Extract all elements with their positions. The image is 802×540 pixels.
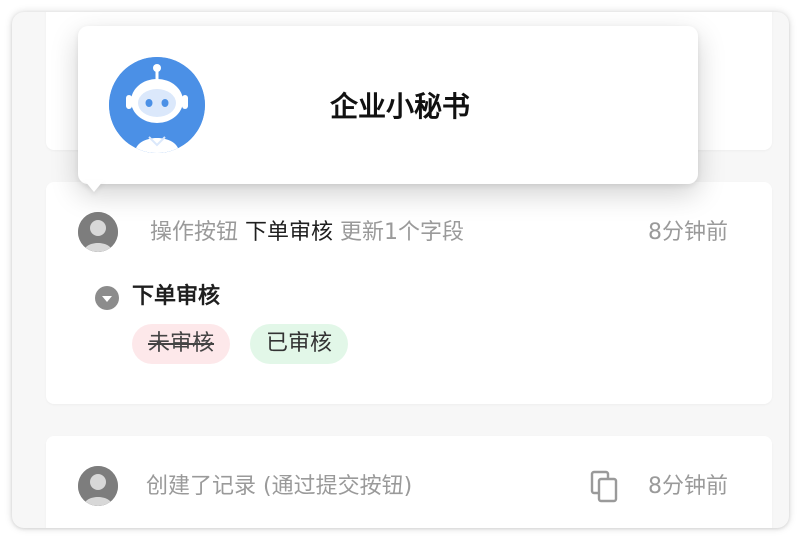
user-avatar[interactable] (78, 212, 118, 252)
activity-description: 创建了记录 (通过提交按钮) (146, 474, 413, 499)
activity-time: 8分钟前 (648, 474, 728, 499)
action-target: 下单审核 (245, 220, 334, 245)
activity-description: 操作按钮 下单审核 更新1个字段 (150, 218, 464, 248)
bot-display-name: 企业小秘书 (330, 90, 471, 123)
activity-card-create: 创建了记录 (通过提交按钮) 8分钟前 (46, 436, 772, 528)
collapse-toggle-icon[interactable] (95, 286, 119, 310)
copy-icon[interactable] (590, 470, 620, 504)
new-value-tag: 已审核 (250, 324, 349, 364)
activity-time: 8分钟前 (648, 220, 728, 245)
popover-arrow (84, 180, 104, 192)
old-value-tag: 未审核 (132, 324, 231, 364)
user-avatar[interactable] (78, 466, 118, 506)
changed-field-name: 下单审核 (132, 284, 221, 309)
activity-card-update: 操作按钮 下单审核 更新1个字段 8分钟前 下单审核 未审核 已审核 (46, 182, 772, 404)
user-popover: 企业小秘书 (78, 26, 698, 184)
robot-icon (109, 57, 205, 153)
action-suffix: 更新1个字段 (340, 220, 465, 245)
action-prefix: 操作按钮 (150, 220, 239, 245)
